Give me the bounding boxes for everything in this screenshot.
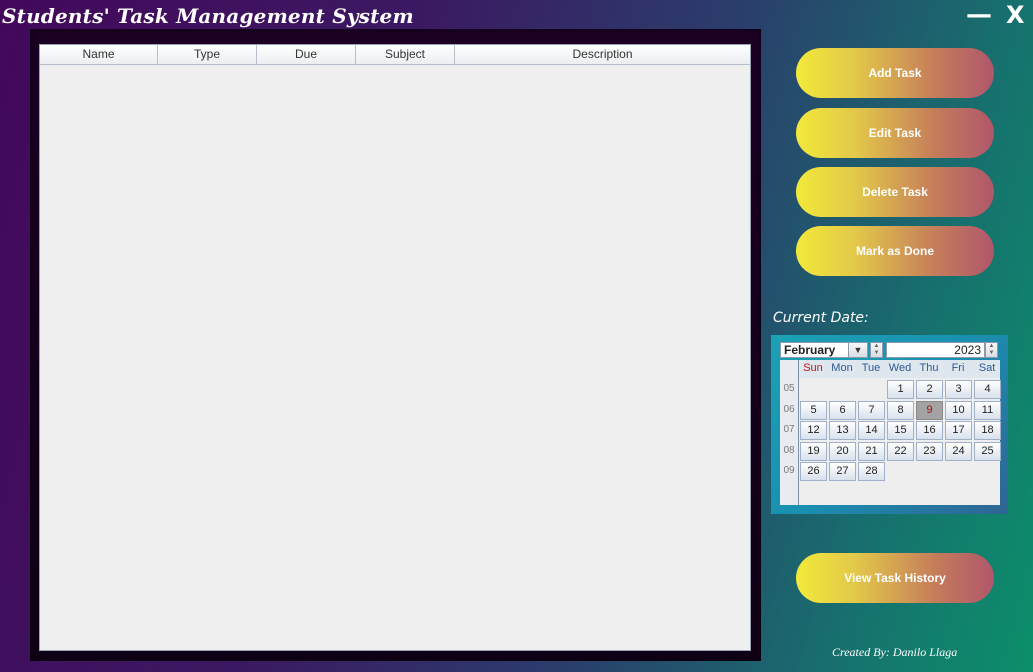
calendar-day[interactable]: 12 — [800, 421, 827, 440]
calendar-day[interactable]: 25 — [974, 441, 1001, 461]
column-header-due[interactable]: Due — [257, 45, 356, 64]
table-header: Name Type Due Subject Description — [40, 45, 750, 65]
calendar-day[interactable]: 22 — [887, 441, 914, 461]
calendar-day[interactable]: 5 — [800, 400, 827, 420]
week-number: 09 — [783, 465, 795, 476]
calendar-day[interactable]: 16 — [916, 421, 943, 440]
month-select[interactable]: February ▼ — [780, 342, 868, 358]
calendar-day[interactable]: 19 — [800, 441, 827, 461]
calendar-day[interactable]: 1 — [887, 380, 914, 399]
weekday-label: Fri — [951, 362, 965, 374]
delete-task-button[interactable]: Delete Task — [796, 167, 994, 217]
weekday-label: Tue — [861, 362, 881, 374]
column-header-type[interactable]: Type — [158, 45, 257, 64]
calendar-day[interactable]: 24 — [945, 441, 972, 461]
mark-as-done-button[interactable]: Mark as Done — [796, 226, 994, 276]
month-value: February — [784, 343, 836, 357]
credit-text: Created By: Danilo Llaga — [832, 645, 958, 659]
calendar-day[interactable]: 17 — [945, 421, 972, 440]
calendar-day[interactable]: 10 — [945, 400, 972, 420]
edit-task-button[interactable]: Edit Task — [796, 108, 994, 158]
calendar-day[interactable]: 15 — [887, 421, 914, 440]
column-header-description[interactable]: Description — [455, 45, 750, 64]
month-spinner[interactable]: ▲ ▼ — [870, 342, 883, 358]
column-header-subject[interactable]: Subject — [356, 45, 455, 64]
weekday-label: Sat — [978, 362, 996, 374]
calendar-grid: Sun Mon Tue Wed Thu Fri Sat 05 1 2 3 4 06 5 6 7 8 9 10 11 07… — [780, 360, 1001, 505]
calendar-day[interactable]: 8 — [887, 400, 914, 420]
week-number: 08 — [783, 444, 795, 456]
year-spinner[interactable]: ▲ ▼ — [985, 342, 998, 358]
calendar-day[interactable]: 13 — [829, 421, 856, 440]
calendar-day[interactable]: 11 — [974, 400, 1001, 420]
current-date-label: Current Date: — [773, 310, 869, 326]
year-field[interactable]: 2023 — [886, 342, 985, 358]
calendar-day[interactable]: 2 — [916, 380, 943, 399]
calendar-day[interactable]: 6 — [829, 400, 856, 420]
calendar-day[interactable]: 7 — [858, 400, 885, 420]
week-number: 07 — [783, 424, 795, 435]
close-button[interactable]: X — [1006, 2, 1025, 28]
week-number: 05 — [783, 383, 795, 394]
add-task-button[interactable]: Add Task — [796, 48, 994, 98]
chevron-down-icon[interactable]: ▼ — [848, 343, 867, 357]
calendar-day[interactable]: 4 — [974, 380, 1001, 399]
calendar-day[interactable]: 23 — [916, 441, 943, 461]
weekday-label: Mon — [831, 362, 853, 374]
calendar-day[interactable]: 9 — [916, 400, 943, 420]
calendar-day[interactable]: 21 — [858, 441, 885, 461]
weekday-label: Wed — [888, 362, 912, 374]
week-number: 06 — [783, 403, 795, 415]
column-header-name[interactable]: Name — [40, 45, 158, 64]
calendar-day[interactable]: 18 — [974, 421, 1001, 440]
calendar-day[interactable]: 26 — [800, 462, 827, 481]
task-table[interactable]: Name Type Due Subject Description — [39, 44, 751, 651]
calendar-day[interactable]: 14 — [858, 421, 885, 440]
calendar-day[interactable]: 20 — [829, 441, 856, 461]
calendar-day[interactable]: 28 — [858, 462, 885, 481]
view-task-history-button[interactable]: View Task History — [796, 553, 994, 603]
minimize-button[interactable]: — — [966, 2, 992, 28]
weekday-label: Thu — [919, 362, 939, 374]
date-calendar: February ▼ ▲ ▼ 2023 ▲ ▼ Sun Mon Tue Wed Thu Fri… — [771, 335, 1008, 514]
weekday-label: Sun — [803, 362, 823, 374]
app-title: Students' Task Management System — [2, 4, 414, 28]
calendar-day[interactable]: 3 — [945, 380, 972, 399]
calendar-day[interactable]: 27 — [829, 462, 856, 481]
